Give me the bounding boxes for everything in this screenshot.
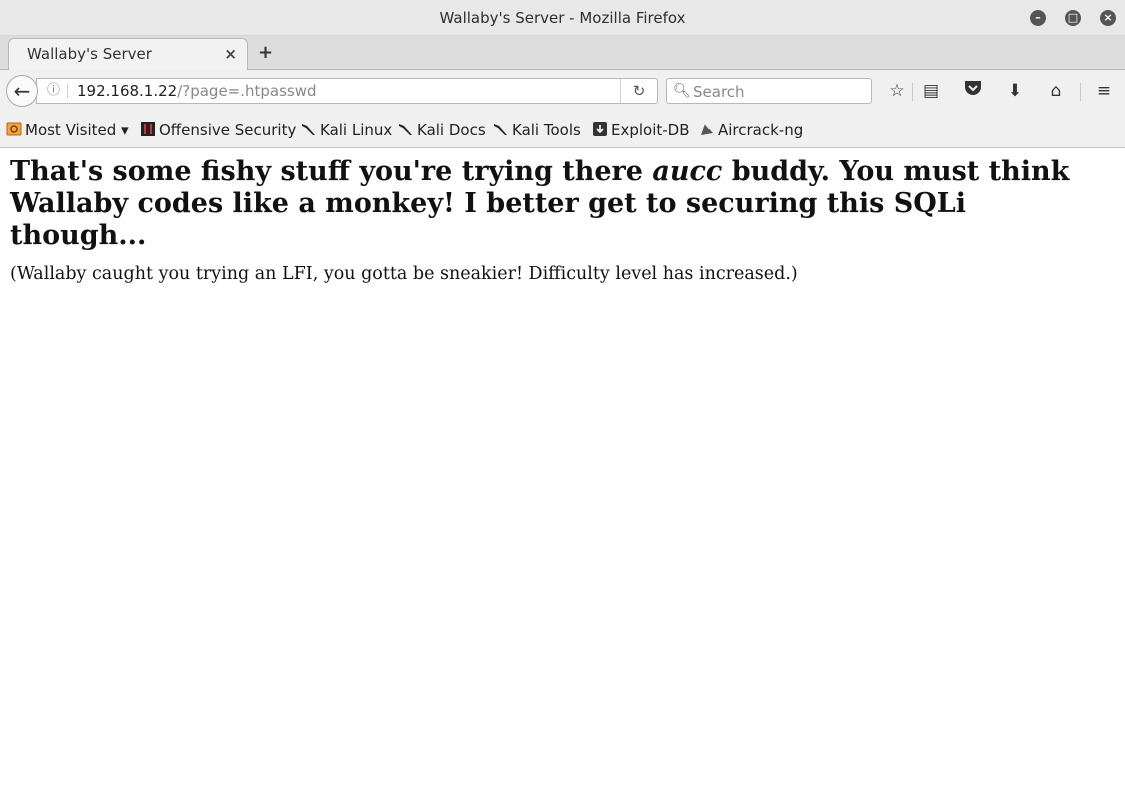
search-box[interactable]: 🔍︎ bbox=[666, 78, 872, 104]
menu-icon[interactable]: ≡ bbox=[1091, 78, 1117, 104]
bookmark-exploit-db[interactable]: Exploit-DB bbox=[592, 112, 690, 148]
back-arrow-icon[interactable]: ← bbox=[6, 75, 38, 107]
download-icon[interactable]: ⬇ bbox=[1002, 78, 1028, 104]
bookmark-label: Aircrack-ng bbox=[718, 121, 804, 139]
nav-toolbar: ⓘ 192.168.1.22/?page=.htpasswd ↻ ← 🔍︎ ☆ … bbox=[0, 70, 1125, 112]
bookmark-kali-linux[interactable]: Kali Linux bbox=[301, 112, 392, 148]
url-bar[interactable]: ⓘ 192.168.1.22/?page=.htpasswd ↻ bbox=[36, 78, 658, 104]
info-icon[interactable]: ⓘ bbox=[47, 79, 60, 103]
toolbar-divider bbox=[1080, 83, 1081, 101]
lfi-notice: (Wallaby caught you trying an LFI, you g… bbox=[10, 264, 798, 284]
reading-list-icon[interactable]: ▤ bbox=[918, 78, 944, 104]
window-titlebar: Wallaby's Server - Mozilla Firefox – □ × bbox=[0, 0, 1125, 36]
close-window-icon[interactable]: × bbox=[1100, 10, 1116, 26]
bookmark-label: Exploit-DB bbox=[611, 121, 690, 139]
page-content: That's some fishy stuff you're trying th… bbox=[10, 148, 1110, 284]
tab-label: Wallaby's Server bbox=[27, 45, 152, 63]
bookmark-label: Kali Docs bbox=[417, 121, 486, 139]
toolbar-divider bbox=[912, 83, 913, 101]
kali-dragon-icon bbox=[493, 114, 509, 135]
maximize-icon[interactable]: □ bbox=[1065, 10, 1081, 26]
search-icon: 🔍︎ bbox=[673, 83, 691, 99]
tab-strip: Wallaby's Server × bbox=[0, 36, 1125, 70]
pocket-icon[interactable] bbox=[960, 78, 986, 104]
kali-dragon-icon bbox=[301, 114, 317, 135]
window-title: Wallaby's Server - Mozilla Firefox bbox=[439, 9, 686, 27]
bookmark-aircrack-ng[interactable]: Aircrack-ng bbox=[699, 112, 803, 148]
bookmark-offensive-security[interactable]: Offensive Security bbox=[140, 112, 296, 148]
offsec-icon bbox=[140, 114, 156, 136]
bookmark-label: Most Visited ▾ bbox=[25, 121, 129, 139]
kali-dragon-icon bbox=[398, 114, 414, 135]
bookmarks-toolbar: Most Visited ▾ Offensive Security Kali L… bbox=[0, 112, 1125, 148]
headline-text-start: That's some fishy stuff you're trying th… bbox=[10, 156, 653, 187]
url-text[interactable]: 192.168.1.22/?page=.htpasswd bbox=[77, 79, 317, 103]
bookmark-star-icon[interactable]: ☆ bbox=[884, 78, 910, 104]
headline-username: aucc bbox=[652, 156, 723, 187]
most-visited-icon bbox=[6, 114, 22, 136]
page-headline: That's some fishy stuff you're trying th… bbox=[10, 156, 1110, 252]
tab-close-icon[interactable]: × bbox=[224, 39, 237, 69]
aircrack-icon bbox=[699, 114, 715, 135]
url-host: 192.168.1.22 bbox=[77, 82, 178, 100]
search-input[interactable] bbox=[691, 81, 865, 103]
minimize-icon[interactable]: – bbox=[1030, 10, 1046, 26]
bookmark-most-visited[interactable]: Most Visited ▾ bbox=[6, 112, 129, 148]
url-path: /?page=.htpasswd bbox=[177, 82, 317, 100]
reload-icon[interactable]: ↻ bbox=[620, 79, 657, 103]
home-icon[interactable]: ⌂ bbox=[1043, 78, 1069, 104]
bookmark-kali-docs[interactable]: Kali Docs bbox=[398, 112, 486, 148]
bookmark-label: Kali Linux bbox=[320, 121, 393, 139]
tab-wallabys-server[interactable]: Wallaby's Server × bbox=[8, 38, 248, 70]
new-tab-icon[interactable]: + bbox=[258, 36, 273, 70]
exploitdb-icon bbox=[592, 114, 608, 136]
url-separator bbox=[67, 84, 68, 98]
bookmark-label: Offensive Security bbox=[159, 121, 297, 139]
bookmark-kali-tools[interactable]: Kali Tools bbox=[493, 112, 581, 148]
bookmark-label: Kali Tools bbox=[512, 121, 581, 139]
